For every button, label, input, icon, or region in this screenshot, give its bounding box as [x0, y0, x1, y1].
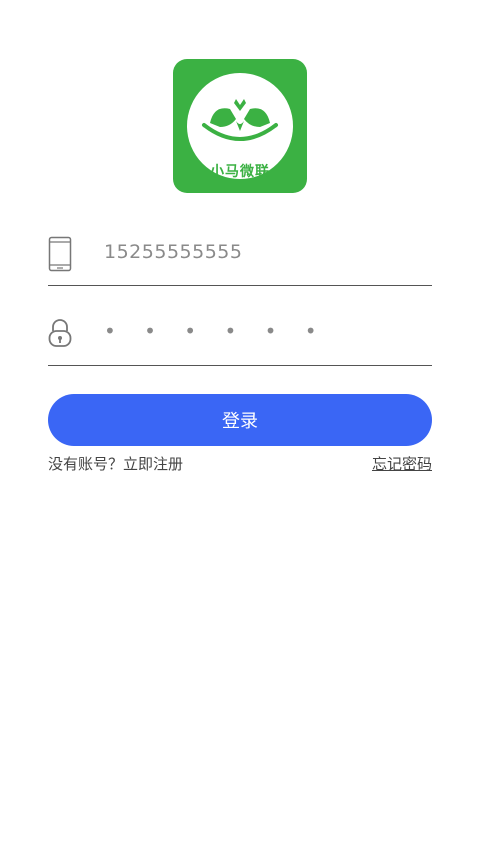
lock-icon [48, 319, 72, 347]
app-logo: 小马微联 [173, 59, 307, 193]
logo-circle: 小马微联 [187, 73, 293, 180]
horse-heart-logo-icon [202, 99, 278, 141]
login-button[interactable]: 登录 [48, 394, 432, 446]
phone-input[interactable]: 15255555555 [104, 241, 242, 263]
logo-text: 小马微联 [210, 164, 270, 180]
password-input[interactable]: • • • • • • [104, 319, 328, 343]
phone-field[interactable]: 15255555555 [48, 233, 432, 286]
password-field[interactable]: • • • • • • [48, 313, 432, 366]
register-link[interactable]: 没有账号？立即注册 [48, 453, 183, 474]
mobile-phone-icon [48, 236, 72, 272]
forgot-password-link[interactable]: 忘记密码 [372, 453, 432, 474]
